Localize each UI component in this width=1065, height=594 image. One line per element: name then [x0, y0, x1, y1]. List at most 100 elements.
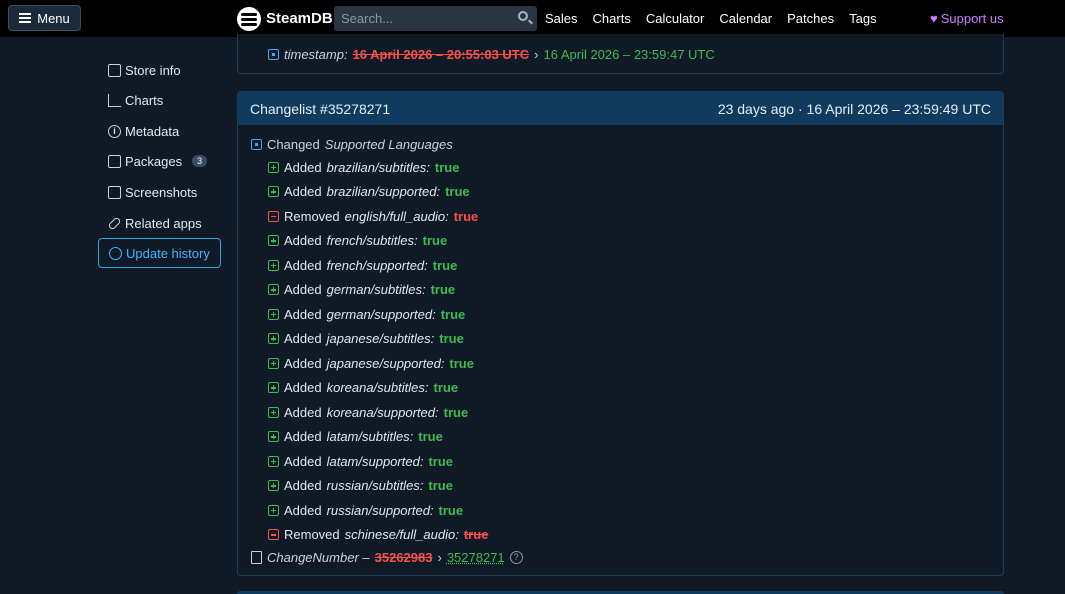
sidebar-item-store-info[interactable]: Store info [98, 55, 221, 85]
menu-label: Menu [37, 10, 70, 26]
change-value: true [453, 208, 479, 224]
change-action: Added [284, 282, 322, 298]
change-key: latam/subtitles: [326, 429, 414, 445]
added-icon [268, 333, 279, 345]
sidebar-item-label: Packages [125, 153, 183, 169]
sidebar-item-update-history[interactable]: Update history [98, 238, 221, 268]
changelist-title[interactable]: Changelist #35278271 [250, 101, 390, 117]
change-key: brazilian/subtitles: [326, 159, 430, 175]
changed-icon [251, 139, 262, 150]
sidebar-item-packages[interactable]: Packages 3 [98, 146, 221, 176]
change-action: Added [284, 478, 322, 494]
change-key: brazilian/supported: [326, 184, 441, 200]
new-value: 16 April 2026 – 23:59:47 UTC [543, 47, 715, 62]
change-value: true [430, 282, 456, 298]
sidebar-item-charts[interactable]: Charts [98, 85, 221, 115]
changelist-header: Changelist #35278271 23 days ago · 16 Ap… [238, 92, 1003, 125]
change-value: true [418, 429, 443, 445]
sidebar-item-label: Screenshots [125, 184, 198, 200]
info-icon: i [108, 124, 121, 138]
sidebar-item-screenshots[interactable]: Screenshots [98, 177, 221, 207]
change-value: true [449, 355, 474, 371]
change-entry-row: Added german/subtitles: true [268, 278, 488, 303]
menu-button[interactable]: Menu [8, 5, 81, 31]
changelist-panel: Changelist #35278271 23 days ago · 16 Ap… [237, 91, 1004, 576]
nav-link-charts[interactable]: Charts [593, 11, 631, 26]
change-entry-row: Added latam/subtitles: true [268, 425, 488, 450]
logo-text: SteamDB [266, 10, 333, 27]
nav-link-tags[interactable]: Tags [849, 11, 876, 26]
changed-key: Supported Languages [324, 137, 453, 152]
change-value: true [428, 453, 453, 469]
nav-link-calendar[interactable]: Calendar [719, 11, 772, 26]
nav-link-patches[interactable]: Patches [787, 11, 834, 26]
change-action: Added [284, 429, 322, 445]
support-label: Support us [940, 11, 1004, 26]
added-icon [268, 382, 279, 394]
search-icon[interactable] [518, 11, 528, 21]
added-icon [268, 431, 279, 443]
change-value: true [422, 233, 448, 249]
help-icon[interactable]: ? [509, 551, 523, 564]
nav-link-calculator[interactable]: Calculator [646, 11, 705, 26]
added-icon [268, 259, 279, 271]
change-entry-row: Added german/supported: true [268, 302, 488, 327]
changed-icon [268, 49, 279, 60]
change-entry-row: Added japanese/subtitles: true [268, 327, 488, 352]
change-entry-row: Added russian/subtitles: true [268, 474, 488, 499]
change-value: true [463, 527, 489, 543]
change-action: Removed [284, 208, 340, 224]
change-action: Added [284, 380, 322, 396]
sidebar-item-label: Store info [125, 62, 181, 78]
change-key: french/supported: [326, 257, 428, 273]
added-icon [268, 186, 279, 198]
heart-icon: ♥ [930, 11, 938, 26]
nav-links: Sales Charts Calculator Calendar Patches… [545, 11, 877, 26]
change-entry-row: Added french/supported: true [268, 253, 488, 278]
added-icon [268, 357, 279, 369]
change-number-old[interactable]: 35262983 [375, 550, 433, 565]
change-entry-row: Added french/subtitles: true [268, 229, 488, 254]
change-key: french/subtitles: [326, 233, 418, 249]
change-key: russian/subtitles: [326, 478, 424, 494]
steamdb-logo-icon [237, 6, 261, 31]
change-entry-row: Added brazilian/subtitles: true [268, 155, 488, 180]
change-number-new[interactable]: 35278271 [447, 550, 505, 565]
steamdb-logo[interactable]: SteamDB [237, 5, 333, 32]
sidebar-item-label: Metadata [125, 123, 180, 139]
document-icon [251, 551, 262, 564]
change-key: german/subtitles: [326, 282, 426, 298]
change-action: Added [284, 453, 322, 469]
change-key: koreana/subtitles: [326, 380, 429, 396]
change-entry-row: Removed english/full_audio: true [268, 204, 488, 229]
packages-count-badge: 3 [192, 155, 208, 167]
sidebar-item-label: Charts [125, 92, 164, 108]
store-icon [108, 63, 121, 77]
added-icon [268, 406, 279, 418]
change-entry-row: Added koreana/subtitles: true [268, 376, 488, 401]
sidebar-item-label: Update history [126, 245, 210, 261]
arrow: › [534, 47, 539, 62]
added-icon [268, 480, 279, 492]
sidebar-item-metadata[interactable]: i Metadata [98, 116, 221, 146]
change-key: german/supported: [326, 306, 436, 322]
change-action: Added [284, 331, 322, 347]
change-value: true [434, 159, 460, 175]
change-value: true [433, 380, 459, 396]
change-action: Added [284, 306, 322, 322]
change-action: Added [284, 502, 322, 518]
nav-link-sales[interactable]: Sales [545, 11, 578, 26]
added-icon [268, 284, 279, 296]
change-action: Added [284, 184, 322, 200]
change-value: true [445, 184, 470, 200]
package-icon [108, 154, 121, 168]
change-value: true [438, 502, 464, 518]
support-us-link[interactable]: ♥ Support us [930, 11, 1004, 26]
search-input[interactable] [334, 6, 537, 31]
sidebar-item-related-apps[interactable]: Related apps [98, 208, 221, 238]
change-action: Removed [284, 527, 340, 543]
change-key: english/full_audio: [344, 208, 449, 224]
change-action: Added [284, 355, 322, 371]
change-key: japanese/supported: [326, 355, 445, 371]
hamburger-icon [19, 13, 32, 23]
